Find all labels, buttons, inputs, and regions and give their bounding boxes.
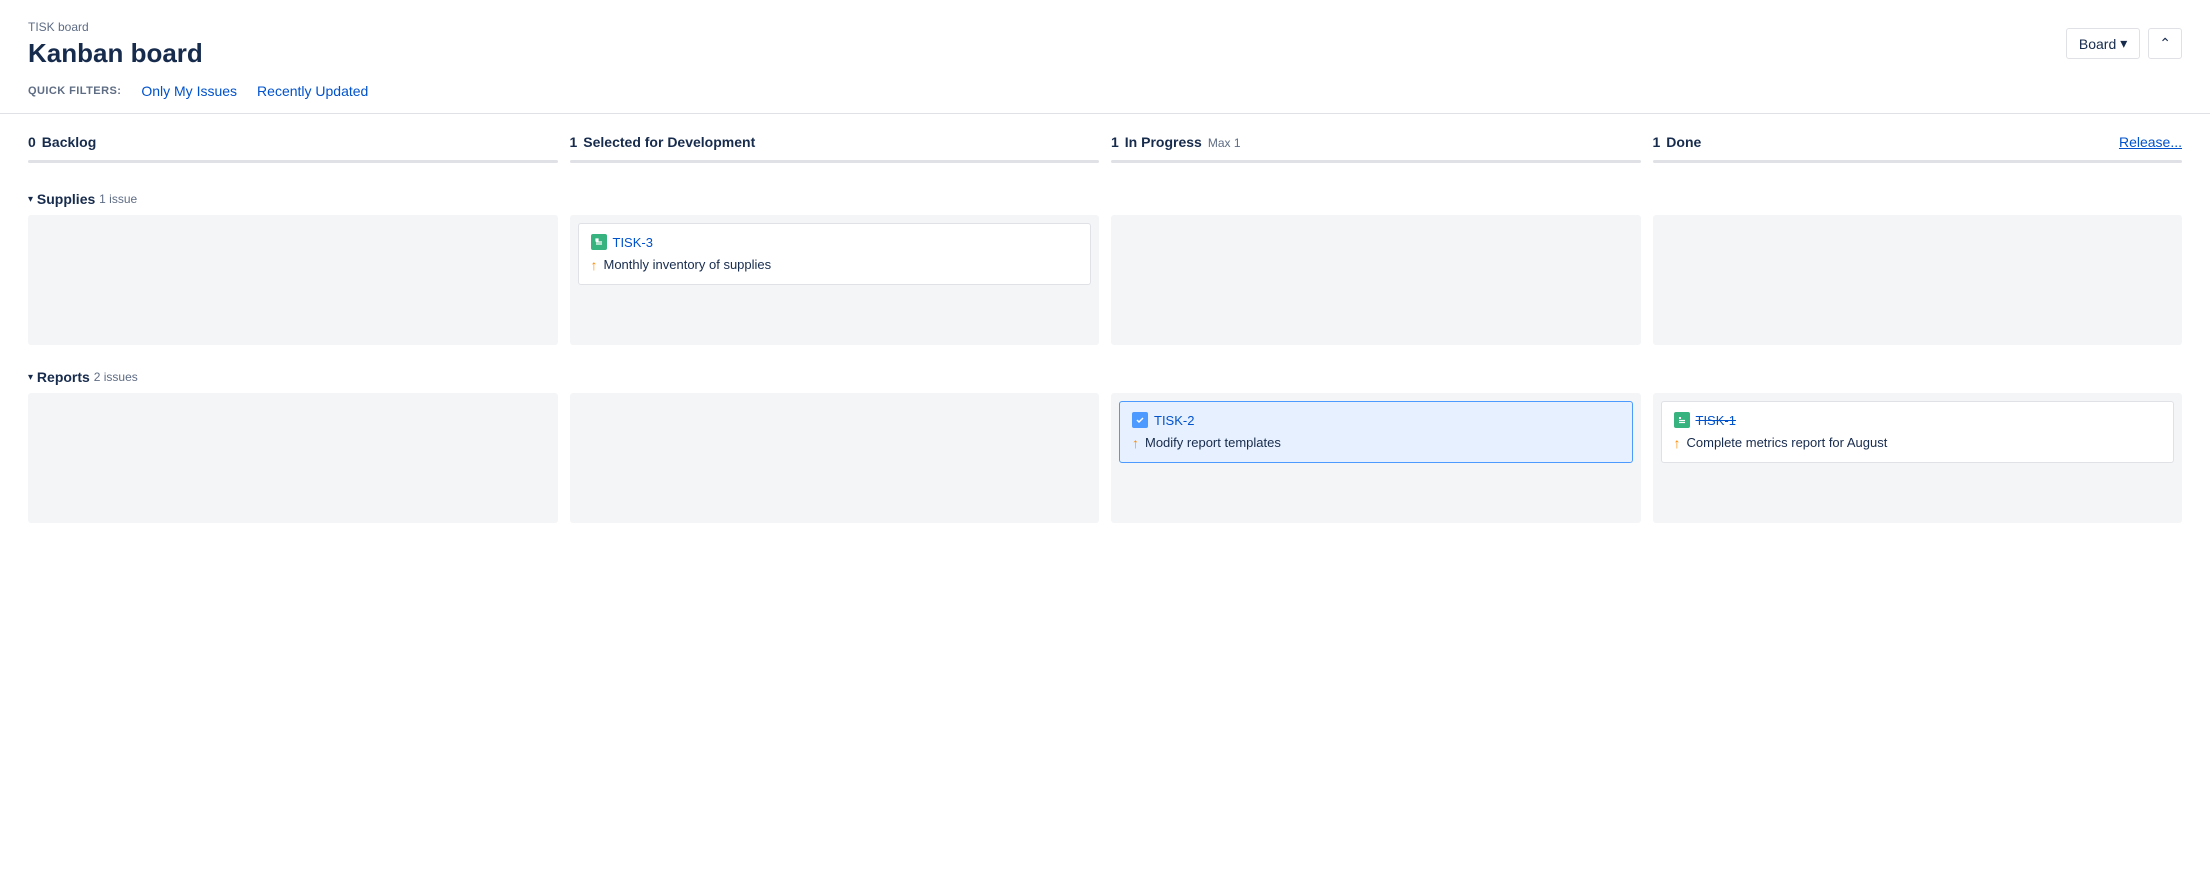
supplies-backlog-area (28, 215, 558, 345)
card-tisk-2-summary: Modify report templates (1145, 434, 1281, 452)
in-progress-title: In Progress (1125, 134, 1202, 150)
selected-title: Selected for Development (583, 134, 755, 150)
header-left: TISK board Kanban board (28, 20, 203, 69)
supplies-done-area (1653, 215, 2183, 345)
swimlane-header-supplies[interactable]: ▾ Supplies 1 issue (0, 183, 2210, 215)
done-count: 1 (1653, 134, 1661, 150)
card-tisk-1-id[interactable]: TISK-1 (1696, 413, 1736, 428)
card-tisk-3-summary: Monthly inventory of supplies (604, 256, 772, 274)
collapse-icon: ⌃ (2159, 35, 2171, 51)
column-header-done: 1 Done Release... (1653, 134, 2183, 156)
supplies-inprogress-cell (1111, 215, 1653, 345)
swimlane-header-reports[interactable]: ▾ Reports 2 issues (0, 361, 2210, 393)
board-subtitle: TISK board (28, 20, 203, 34)
in-progress-count: 1 (1111, 134, 1119, 150)
card-tisk-1-body: ↑ Complete metrics report for August (1674, 434, 2162, 452)
chevron-down-icon: ▾ (28, 194, 33, 205)
priority-up-icon-1: ↑ (1674, 435, 1681, 451)
dropdown-icon: ▾ (2120, 35, 2127, 52)
column-header-selected: 1 Selected for Development (570, 134, 1112, 156)
supplies-selected-area: TISK-3 ↑ Monthly inventory of supplies (570, 215, 1100, 345)
board-button-label: Board (2079, 36, 2116, 52)
task-icon (1132, 412, 1148, 428)
reports-selected-cell (570, 393, 1112, 523)
supplies-inprogress-area (1111, 215, 1641, 345)
in-progress-constraint: Max 1 (1208, 136, 1241, 150)
card-tisk-2-id[interactable]: TISK-2 (1154, 413, 1194, 428)
filter-recently-updated[interactable]: Recently Updated (257, 83, 368, 99)
card-tisk-1[interactable]: TISK-1 ↑ Complete metrics report for Aug… (1661, 401, 2175, 463)
swimlane-reports-count: 2 issues (94, 370, 138, 384)
page-title: Kanban board (28, 38, 203, 69)
quick-filters-bar: QUICK FILTERS: Only My Issues Recently U… (0, 69, 2210, 114)
reports-inprogress-cell: TISK-2 ↑ Modify report templates (1111, 393, 1653, 523)
reports-backlog-area (28, 393, 558, 523)
reports-selected-area (570, 393, 1100, 523)
card-tisk-2-body: ↑ Modify report templates (1132, 434, 1620, 452)
column-bars (0, 156, 2210, 183)
swimlane-supplies-row: TISK-3 ↑ Monthly inventory of supplies (0, 215, 2210, 345)
swimlane-supplies-count: 1 issue (99, 192, 137, 206)
header-actions: Board ▾ ⌃ (2066, 28, 2182, 59)
reports-inprogress-area: TISK-2 ↑ Modify report templates (1111, 393, 1641, 523)
card-tisk-1-header: TISK-1 (1674, 412, 2162, 428)
reports-done-area: TISK-1 ↑ Complete metrics report for Aug… (1653, 393, 2183, 523)
filter-only-my-issues[interactable]: Only My Issues (141, 83, 237, 99)
supplies-selected-cell: TISK-3 ↑ Monthly inventory of supplies (570, 215, 1112, 345)
column-header-backlog: 0 Backlog (28, 134, 570, 156)
reports-done-cell: TISK-1 ↑ Complete metrics report for Aug… (1653, 393, 2183, 523)
story-icon (591, 234, 607, 250)
swimlane-reports-row: TISK-2 ↑ Modify report templates TISK-1 (0, 393, 2210, 523)
chevron-down-icon-reports: ▾ (28, 372, 33, 383)
done-bar (1653, 160, 2183, 163)
story-icon-1 (1674, 412, 1690, 428)
card-tisk-3[interactable]: TISK-3 ↑ Monthly inventory of supplies (578, 223, 1092, 285)
card-tisk-2[interactable]: TISK-2 ↑ Modify report templates (1119, 401, 1633, 463)
collapse-button[interactable]: ⌃ (2148, 28, 2182, 59)
card-tisk-3-body: ↑ Monthly inventory of supplies (591, 256, 1079, 274)
board-view-button[interactable]: Board ▾ (2066, 28, 2140, 59)
selected-count: 1 (570, 134, 578, 150)
page-header: TISK board Kanban board Board ▾ ⌃ (0, 0, 2210, 69)
swimlane-supplies-name: Supplies (37, 191, 95, 207)
supplies-backlog-cell (28, 215, 570, 345)
column-headers: 0 Backlog 1 Selected for Development 1 I… (0, 118, 2210, 156)
backlog-title: Backlog (42, 134, 96, 150)
in-progress-bar (1111, 160, 1641, 163)
release-link[interactable]: Release... (2119, 134, 2182, 150)
priority-up-icon-2: ↑ (1132, 435, 1139, 451)
card-tisk-3-id[interactable]: TISK-3 (613, 235, 653, 250)
done-title: Done (1666, 134, 1701, 150)
backlog-count: 0 (28, 134, 36, 150)
backlog-bar (28, 160, 558, 163)
selected-bar (570, 160, 1100, 163)
quick-filters-label: QUICK FILTERS: (28, 85, 121, 97)
priority-up-icon: ↑ (591, 257, 598, 273)
reports-backlog-cell (28, 393, 570, 523)
card-tisk-1-summary: Complete metrics report for August (1687, 434, 1888, 452)
swimlane-reports-name: Reports (37, 369, 90, 385)
card-tisk-2-header: TISK-2 (1132, 412, 1620, 428)
card-tisk-3-header: TISK-3 (591, 234, 1079, 250)
supplies-done-cell (1653, 215, 2183, 345)
column-header-in-progress: 1 In Progress Max 1 (1111, 134, 1653, 156)
